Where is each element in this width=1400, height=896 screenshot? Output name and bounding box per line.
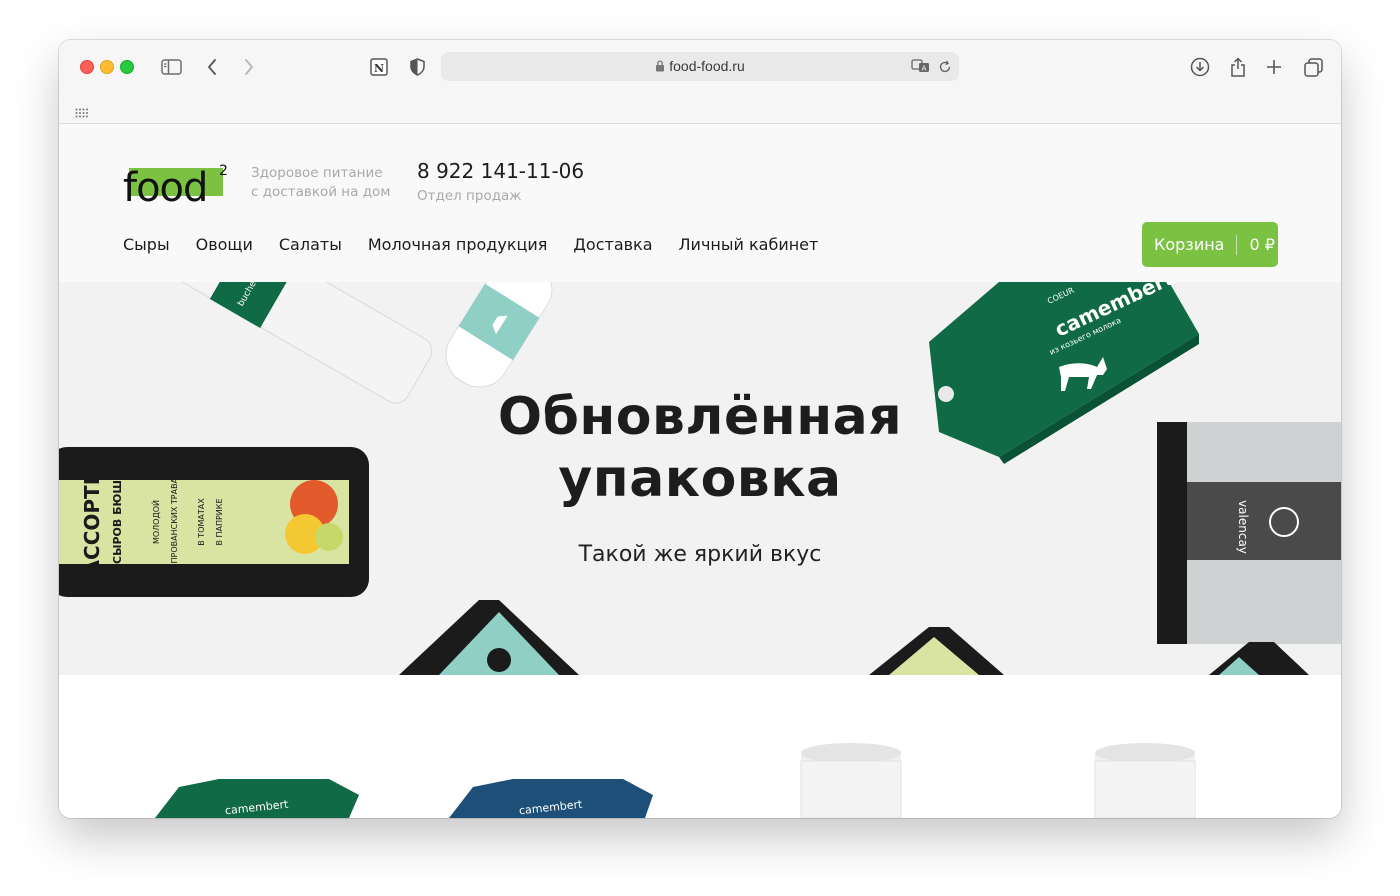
hero-banner: buche de ch camembert из козьего молока … <box>59 282 1341 675</box>
downloads-icon[interactable] <box>1189 54 1211 80</box>
tagline-line: с доставкой на дом <box>251 184 391 200</box>
tagline-line: Здоровое питание <box>251 165 383 181</box>
bottom-tray-lime-image <box>869 627 1004 675</box>
nav-item-salads[interactable]: Салаты <box>279 235 342 254</box>
close-window-button[interactable] <box>80 60 94 74</box>
site-logo[interactable]: food 2 <box>123 162 229 212</box>
hero-title-line: Обновлённая <box>497 387 903 447</box>
nav-item-vegetables[interactable]: Овощи <box>196 235 253 254</box>
product-grid: camembert camembert <box>59 675 1341 818</box>
new-tab-icon[interactable] <box>1264 54 1284 80</box>
site-tagline: Здоровое питание с доставкой на дом <box>251 164 390 202</box>
site-header: food 2 Здоровое питание с доставкой на д… <box>59 124 1341 282</box>
nav-item-dairy[interactable]: Молочная продукция <box>368 235 548 254</box>
back-icon[interactable] <box>204 54 220 80</box>
browser-window: N food-food.ru A food 2 Здоровое питание… <box>59 40 1341 818</box>
web-page: food 2 Здоровое питание с доставкой на д… <box>59 124 1341 818</box>
address-bar[interactable]: food-food.ru A <box>441 52 959 81</box>
zoom-window-button[interactable] <box>120 60 134 74</box>
nav-item-account[interactable]: Личный кабинет <box>679 235 819 254</box>
cart-label: Корзина <box>1154 235 1225 254</box>
hero-title-line: упаковка <box>558 449 842 509</box>
favorites-bar <box>59 94 1341 124</box>
cart-divider <box>1236 234 1238 255</box>
bottom-tray-mint-image <box>399 600 579 675</box>
svg-text:N: N <box>374 62 384 75</box>
nav-item-delivery[interactable]: Доставка <box>573 235 652 254</box>
bottom-tray-right-image <box>1209 642 1309 675</box>
product-card-image: camembert <box>449 779 653 818</box>
lock-icon <box>656 60 665 72</box>
share-icon[interactable] <box>1227 54 1249 80</box>
favorites-grid-icon[interactable] <box>75 103 89 122</box>
phone-caption: Отдел продаж <box>417 188 522 204</box>
hero-title: Обновлённая упаковка <box>59 386 1341 510</box>
svg-text:2: 2 <box>219 163 228 179</box>
svg-text:food: food <box>123 165 207 211</box>
cart-total: 0 ₽ <box>1249 235 1275 254</box>
product-card-image: camembert <box>155 779 359 818</box>
product-card-image <box>1094 743 1196 818</box>
minimize-window-button[interactable] <box>100 60 114 74</box>
browser-toolbar: N food-food.ru A <box>59 40 1341 94</box>
translate-icon[interactable]: A <box>911 58 931 78</box>
product-card-image <box>800 743 902 818</box>
cheese-bottle-image <box>445 282 553 388</box>
main-nav: Сыры Овощи Салаты Молочная продукция Дос… <box>123 235 844 254</box>
cart-button[interactable]: Корзина 0 ₽ <box>1142 222 1278 267</box>
svg-text:A: A <box>922 65 927 73</box>
sidebar-toggle-icon[interactable] <box>159 54 183 80</box>
nav-item-cheeses[interactable]: Сыры <box>123 235 170 254</box>
forward-icon[interactable] <box>241 54 257 80</box>
notion-extension-icon[interactable]: N <box>368 54 390 80</box>
hero-subtitle: Такой же яркий вкус <box>578 542 822 567</box>
reload-icon[interactable] <box>938 59 952 78</box>
phone-number[interactable]: 8 922 141-11-06 <box>417 159 584 183</box>
url-text: food-food.ru <box>441 58 959 74</box>
tab-overview-icon[interactable] <box>1302 54 1324 80</box>
privacy-shield-icon[interactable] <box>407 54 427 80</box>
